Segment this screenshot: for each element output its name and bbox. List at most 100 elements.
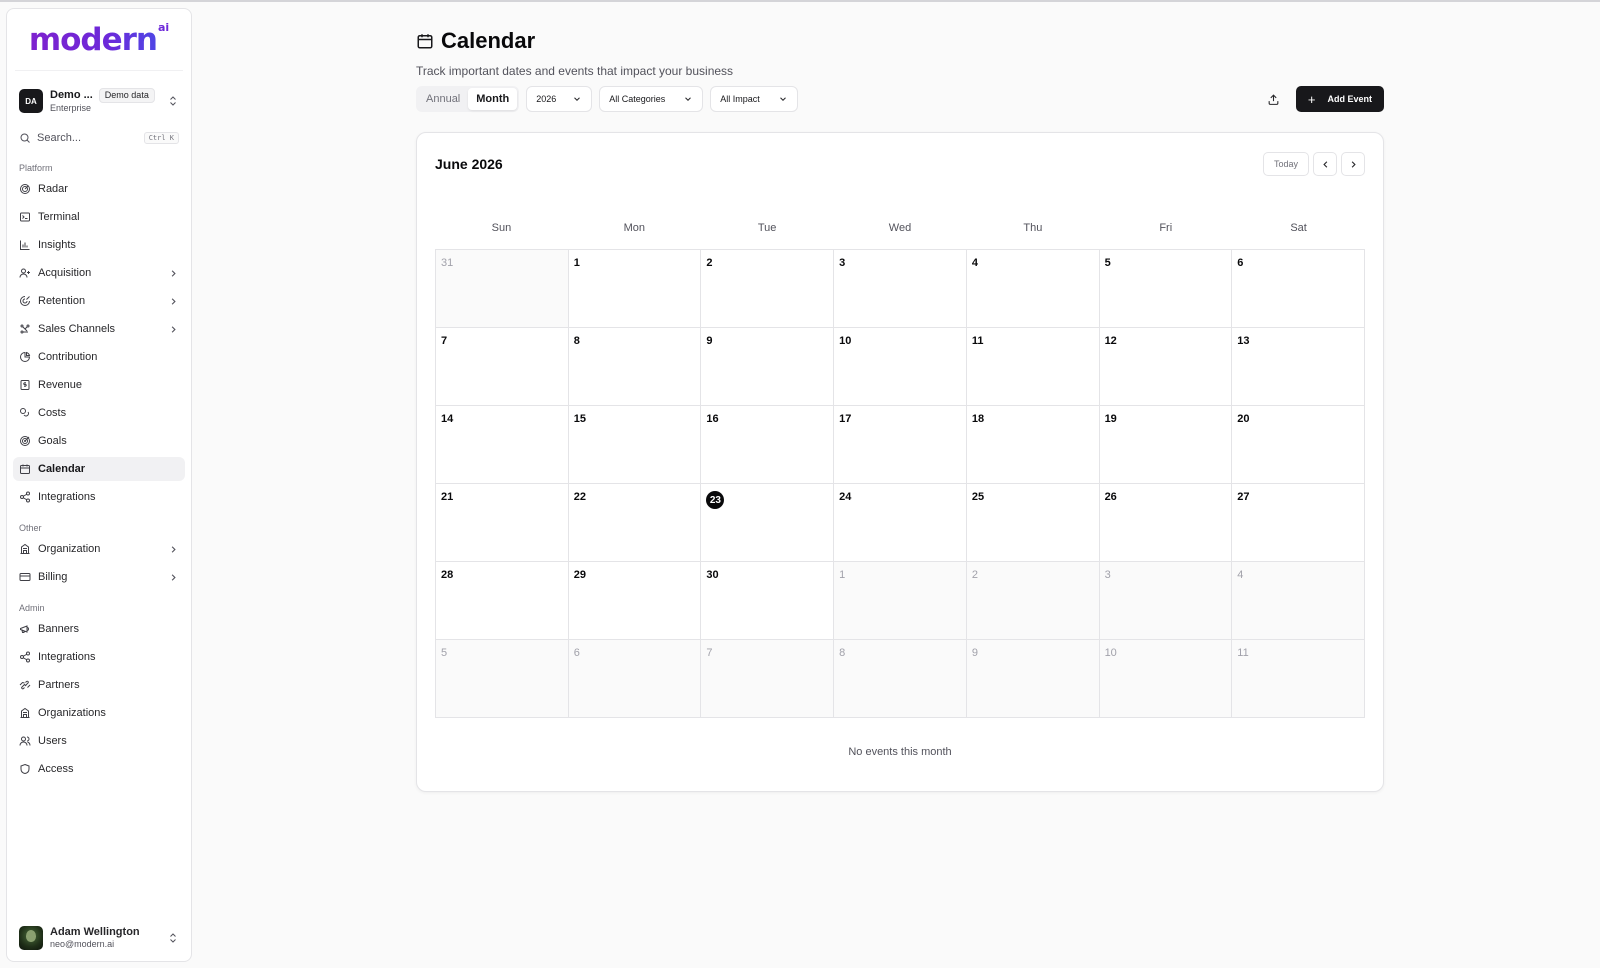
building-icon (20, 543, 30, 554)
sidebar-item-terminal[interactable]: Terminal (13, 205, 185, 229)
next-month-button[interactable] (1341, 152, 1365, 176)
day-number: 14 (441, 413, 454, 425)
day-cell[interactable]: 10 (1099, 640, 1233, 718)
export-button[interactable] (1262, 87, 1286, 111)
sidebar-item-retention[interactable]: Retention (13, 289, 185, 313)
pie-chart-icon (20, 351, 31, 362)
day-cell[interactable]: 12 (1099, 328, 1233, 406)
user-menu[interactable]: Adam Wellington neo@modern.ai (7, 923, 191, 953)
day-cell[interactable]: 3 (834, 250, 967, 328)
day-number: 18 (971, 413, 985, 425)
add-event-button[interactable]: + Add Event (1295, 86, 1384, 112)
sidebar-item-organizations[interactable]: Organizations (13, 701, 185, 725)
day-cell[interactable]: 26 (1099, 484, 1233, 562)
day-cell[interactable]: 14 (436, 406, 569, 484)
user-email: neo@modern.ai (50, 939, 115, 950)
chevron-right-icon (171, 269, 176, 277)
day-cell[interactable]: 22 (568, 484, 702, 562)
weekday-label: Fri (1159, 222, 1173, 234)
day-number: 26 (1104, 491, 1117, 503)
sidebar-item-label: Retention (38, 295, 86, 307)
day-cell[interactable]: 16 (701, 406, 835, 484)
sidebar-item-insights[interactable]: Insights (13, 233, 185, 257)
credit-card-icon (19, 573, 31, 581)
day-cell[interactable]: 10 (834, 328, 967, 406)
day-cell[interactable]: 24 (834, 484, 967, 562)
building-icon (20, 707, 30, 718)
day-cell-today[interactable]: 23 (701, 484, 835, 562)
sidebar-item-integrations[interactable]: Integrations (13, 485, 185, 509)
view-month-tab[interactable]: Month (468, 88, 518, 110)
sidebar-item-users[interactable]: Users (13, 729, 185, 753)
day-cell[interactable]: 7 (436, 328, 569, 406)
search-box[interactable]: Search... Ctrl K (7, 127, 191, 149)
sidebar-item-label: Banners (38, 623, 79, 635)
day-cell[interactable]: 7 (701, 640, 835, 718)
sidebar-item-access[interactable]: Access (13, 757, 185, 781)
sidebar-item-costs[interactable]: Costs (13, 401, 185, 425)
day-cell[interactable]: 21 (436, 484, 569, 562)
sidebar-item-sales-channels[interactable]: Sales Channels (13, 317, 185, 341)
sidebar-item-contribution[interactable]: Contribution (13, 345, 185, 369)
day-cell[interactable]: 9 (966, 640, 1100, 718)
day-cell[interactable]: 19 (1099, 406, 1233, 484)
day-cell[interactable]: 1 (568, 250, 702, 328)
org-plan: Enterprise (50, 103, 92, 113)
impact-select[interactable]: All Impact (710, 86, 799, 112)
previous-month-button[interactable] (1313, 152, 1337, 176)
sidebar-item-integrations[interactable]: Integrations (13, 645, 185, 669)
sidebar-item-calendar[interactable]: Calendar (13, 457, 185, 481)
view-annual-tab[interactable]: Annual (418, 88, 468, 110)
day-cell[interactable]: 5 (436, 640, 569, 718)
day-cell[interactable]: 1 (834, 562, 967, 640)
day-cell[interactable]: 13 (1232, 328, 1365, 406)
day-cell[interactable]: 3 (1099, 562, 1233, 640)
day-cell[interactable]: 6 (1232, 250, 1365, 328)
day-cell[interactable]: 18 (966, 406, 1100, 484)
day-number: 15 (573, 413, 586, 425)
day-number: 9 (971, 647, 978, 659)
sidebar-item-revenue[interactable]: Revenue (13, 373, 185, 397)
sidebar-item-billing[interactable]: Billing (13, 565, 185, 589)
category-select[interactable]: All Categories (599, 86, 704, 112)
day-number: 11 (1237, 647, 1249, 659)
upload-icon (1269, 93, 1279, 105)
logo-superscript: ai (157, 21, 170, 34)
logo[interactable]: modern ai (15, 9, 183, 71)
day-number: 9 (706, 335, 713, 347)
search-icon (20, 133, 30, 143)
day-number: 27 (1237, 491, 1250, 503)
sidebar-item-organization[interactable]: Organization (13, 537, 185, 561)
day-cell[interactable]: 28 (436, 562, 569, 640)
day-cell[interactable]: 9 (701, 328, 835, 406)
day-cell[interactable]: 2 (966, 562, 1100, 640)
day-cell[interactable]: 8 (834, 640, 967, 718)
day-number: 22 (573, 491, 586, 503)
day-cell[interactable]: 30 (701, 562, 835, 640)
sidebar-item-partners[interactable]: Partners (13, 673, 185, 697)
day-cell[interactable]: 4 (1232, 562, 1365, 640)
day-cell[interactable]: 11 (966, 328, 1100, 406)
sidebar-item-goals[interactable]: Goals (13, 429, 185, 453)
day-number: 5 (1104, 257, 1111, 269)
sidebar-item-acquisition[interactable]: Acquisition (13, 261, 185, 285)
day-cell[interactable]: 2 (701, 250, 835, 328)
day-cell[interactable]: 11 (1232, 640, 1365, 718)
day-cell[interactable]: 5 (1099, 250, 1233, 328)
day-cell[interactable]: 6 (568, 640, 702, 718)
org-switcher[interactable]: DA Demo ... Demo data Enterprise (7, 85, 191, 117)
day-cell[interactable]: 29 (568, 562, 702, 640)
day-cell[interactable]: 20 (1232, 406, 1365, 484)
day-cell[interactable]: 25 (966, 484, 1100, 562)
today-button[interactable]: Today (1262, 152, 1309, 176)
day-cell[interactable]: 27 (1232, 484, 1365, 562)
share-icon (20, 491, 30, 503)
day-cell[interactable]: 8 (568, 328, 702, 406)
day-cell[interactable]: 17 (834, 406, 967, 484)
sidebar-item-radar[interactable]: Radar (13, 177, 185, 201)
sidebar-item-banners[interactable]: Banners (13, 617, 185, 641)
day-cell[interactable]: 4 (966, 250, 1100, 328)
year-select[interactable]: 2026 (526, 86, 593, 112)
day-cell[interactable]: 15 (568, 406, 702, 484)
day-cell[interactable]: 31 (436, 250, 569, 328)
